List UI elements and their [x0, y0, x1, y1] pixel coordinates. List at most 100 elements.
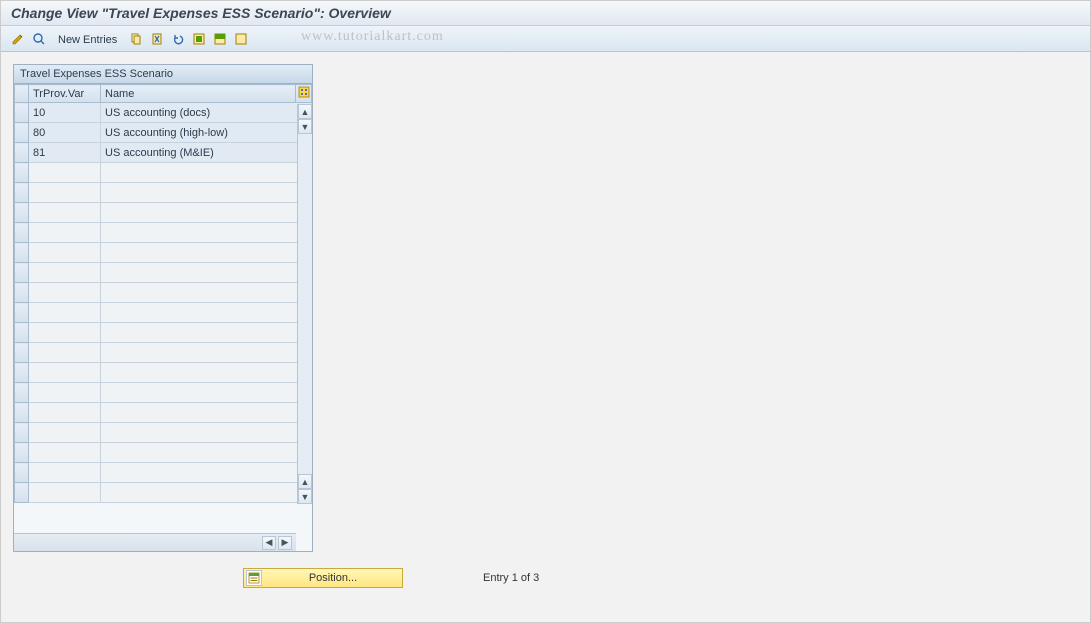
- cell-name[interactable]: [101, 243, 312, 263]
- cell-trprov[interactable]: [29, 383, 101, 403]
- cell-trprov[interactable]: [29, 363, 101, 383]
- table-row: [15, 283, 312, 303]
- cell-name[interactable]: [101, 263, 312, 283]
- cell-name[interactable]: [101, 183, 312, 203]
- cell-trprov[interactable]: 10: [29, 103, 101, 123]
- cell-name[interactable]: [101, 303, 312, 323]
- row-selector[interactable]: [15, 263, 29, 283]
- row-selector[interactable]: [15, 383, 29, 403]
- copy-icon[interactable]: [127, 30, 145, 48]
- row-selector[interactable]: [15, 163, 29, 183]
- row-selector[interactable]: [15, 423, 29, 443]
- cell-trprov[interactable]: [29, 163, 101, 183]
- table-row: [15, 323, 312, 343]
- table-row: [15, 223, 312, 243]
- cell-name[interactable]: [101, 323, 312, 343]
- table-row: [15, 423, 312, 443]
- horizontal-scrollbar[interactable]: ◀ ▶: [14, 533, 296, 551]
- table-row: [15, 163, 312, 183]
- cell-trprov[interactable]: [29, 203, 101, 223]
- cell-trprov[interactable]: [29, 423, 101, 443]
- table-row: [15, 203, 312, 223]
- row-selector[interactable]: [15, 483, 29, 503]
- grid-wrapper: TrProv.Var Name 10US accounting (docs)80…: [14, 84, 312, 524]
- vertical-scrollbar[interactable]: ▲ ▼ ▲ ▼: [297, 104, 312, 504]
- col-name[interactable]: Name: [101, 85, 296, 103]
- cell-trprov[interactable]: [29, 463, 101, 483]
- cell-name[interactable]: US accounting (docs): [101, 103, 312, 123]
- cell-trprov[interactable]: [29, 183, 101, 203]
- scroll-up-step-icon[interactable]: ▲: [298, 474, 312, 489]
- cell-trprov[interactable]: [29, 283, 101, 303]
- table-row: 81US accounting (M&IE): [15, 143, 312, 163]
- table-panel: Travel Expenses ESS Scenario TrProv.Var …: [13, 64, 313, 552]
- undo-icon[interactable]: [169, 30, 187, 48]
- col-trprov[interactable]: TrProv.Var: [29, 85, 101, 103]
- cell-name[interactable]: [101, 403, 312, 423]
- table-row: [15, 303, 312, 323]
- table-row: [15, 343, 312, 363]
- delete-icon[interactable]: [148, 30, 166, 48]
- row-selector[interactable]: [15, 283, 29, 303]
- new-entries-button[interactable]: New Entries: [51, 30, 124, 48]
- page-title: Change View "Travel Expenses ESS Scenari…: [1, 1, 1090, 26]
- cell-trprov[interactable]: 80: [29, 123, 101, 143]
- cell-trprov[interactable]: [29, 323, 101, 343]
- table-row: [15, 383, 312, 403]
- cell-trprov[interactable]: [29, 403, 101, 423]
- row-selector[interactable]: [15, 303, 29, 323]
- data-table: TrProv.Var Name 10US accounting (docs)80…: [14, 84, 312, 503]
- cell-name[interactable]: [101, 443, 312, 463]
- change-icon[interactable]: [9, 30, 27, 48]
- grid-body: 10US accounting (docs)80US accounting (h…: [15, 103, 312, 503]
- select-all-icon[interactable]: [190, 30, 208, 48]
- table-settings-icon[interactable]: [296, 85, 312, 103]
- cell-name[interactable]: [101, 163, 312, 183]
- scroll-up-icon[interactable]: ▲: [298, 104, 312, 119]
- row-selector[interactable]: [15, 403, 29, 423]
- cell-trprov[interactable]: [29, 443, 101, 463]
- row-selector[interactable]: [15, 443, 29, 463]
- deselect-all-icon[interactable]: [211, 30, 229, 48]
- cell-trprov[interactable]: [29, 303, 101, 323]
- table-row: [15, 463, 312, 483]
- cell-name[interactable]: [101, 283, 312, 303]
- table-row: [15, 243, 312, 263]
- cell-trprov[interactable]: 81: [29, 143, 101, 163]
- row-selector[interactable]: [15, 183, 29, 203]
- deselect-icon[interactable]: [232, 30, 250, 48]
- row-selector[interactable]: [15, 243, 29, 263]
- cell-trprov[interactable]: [29, 243, 101, 263]
- table-row: 10US accounting (docs): [15, 103, 312, 123]
- cell-trprov[interactable]: [29, 263, 101, 283]
- cell-name[interactable]: [101, 423, 312, 443]
- cell-name[interactable]: [101, 483, 312, 503]
- row-selector[interactable]: [15, 143, 29, 163]
- scroll-down-icon[interactable]: ▼: [298, 489, 312, 504]
- cell-name[interactable]: US accounting (high-low): [101, 123, 312, 143]
- cell-trprov[interactable]: [29, 483, 101, 503]
- cell-name[interactable]: [101, 363, 312, 383]
- scroll-right-icon[interactable]: ▶: [278, 536, 292, 550]
- scroll-left-icon[interactable]: ◀: [262, 536, 276, 550]
- row-selector[interactable]: [15, 123, 29, 143]
- toolbar: New Entries www.tutorialkart.com: [1, 26, 1090, 52]
- row-selector[interactable]: [15, 223, 29, 243]
- row-selector[interactable]: [15, 203, 29, 223]
- position-button[interactable]: Position...: [243, 568, 403, 588]
- cell-trprov[interactable]: [29, 343, 101, 363]
- cell-name[interactable]: [101, 463, 312, 483]
- cell-name[interactable]: [101, 203, 312, 223]
- cell-trprov[interactable]: [29, 223, 101, 243]
- cell-name[interactable]: [101, 223, 312, 243]
- select-icon[interactable]: [30, 30, 48, 48]
- cell-name[interactable]: US accounting (M&IE): [101, 143, 312, 163]
- row-selector[interactable]: [15, 103, 29, 123]
- row-selector[interactable]: [15, 363, 29, 383]
- row-selector[interactable]: [15, 323, 29, 343]
- row-selector[interactable]: [15, 343, 29, 363]
- scroll-down-step-icon[interactable]: ▼: [298, 119, 312, 134]
- row-selector[interactable]: [15, 463, 29, 483]
- cell-name[interactable]: [101, 383, 312, 403]
- cell-name[interactable]: [101, 343, 312, 363]
